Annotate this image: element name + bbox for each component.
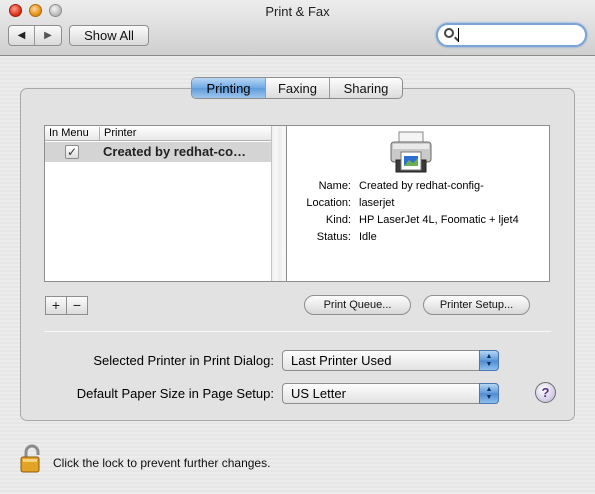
window-title: Print & Fax (265, 4, 330, 19)
tab-bar: Printing Faxing Sharing (191, 77, 403, 99)
show-all-button[interactable]: Show All (69, 25, 149, 46)
preferences-window: Print & Fax ◀ ▶ Show All Printing Faxing… (0, 0, 595, 494)
kind-value: HP LaserJet 4L, Foomatic + ljet4 (359, 214, 519, 226)
printer-icon (390, 131, 432, 173)
popup-arrows-icon: ▲ ▼ (479, 383, 499, 404)
column-header-printer[interactable]: Printer (104, 126, 136, 140)
back-arrow-icon: ◀ (17, 30, 26, 41)
tab-printing[interactable]: Printing (192, 78, 266, 98)
kind-key: Kind: (325, 214, 351, 226)
selected-printer-popup[interactable]: Last Printer Used ▲ ▼ (282, 350, 499, 371)
paper-size-popup[interactable]: US Letter ▲ ▼ (282, 383, 499, 404)
lock-icon[interactable] (19, 444, 45, 474)
printer-list[interactable]: In Menu Printer ✓ Created by redhat-co… (44, 125, 287, 282)
search-input[interactable] (458, 27, 578, 43)
remove-printer-button[interactable]: − (66, 296, 88, 315)
search-icon (444, 28, 454, 38)
in-menu-checkbox[interactable]: ✓ (65, 145, 79, 159)
printer-details-pane: Name: Created by redhat-config- Location… (286, 125, 550, 282)
back-button[interactable]: ◀ (9, 26, 35, 45)
tab-sharing[interactable]: Sharing (330, 78, 402, 98)
location-key: Location: (306, 197, 351, 209)
printer-list-scrollbar[interactable] (271, 126, 286, 281)
popup-arrows-icon: ▲ ▼ (479, 350, 499, 371)
forward-arrow-icon: ▶ (44, 30, 52, 41)
status-value: Idle (359, 231, 377, 243)
selected-printer-label: Selected Printer in Print Dialog: (93, 353, 274, 368)
selected-printer-value: Last Printer Used (291, 353, 392, 368)
column-header-in-menu[interactable]: In Menu (49, 126, 89, 140)
name-key: Name: (318, 180, 351, 192)
column-separator (99, 127, 100, 140)
tab-faxing[interactable]: Faxing (266, 78, 330, 98)
help-button[interactable]: ? (535, 382, 556, 403)
search-field[interactable] (436, 23, 587, 47)
printer-setup-button[interactable]: Printer Setup... (423, 295, 530, 315)
printer-name: Created by redhat-co… (103, 144, 247, 159)
paper-size-value: US Letter (291, 386, 346, 401)
status-key: Status: (316, 231, 351, 243)
lock-message: Click the lock to prevent further change… (53, 456, 271, 470)
forward-button[interactable]: ▶ (35, 26, 61, 45)
printer-row[interactable]: ✓ Created by redhat-co… (45, 142, 271, 162)
back-forward-control: ◀ ▶ (8, 25, 62, 46)
add-printer-button[interactable]: + (45, 296, 67, 315)
location-value: laserjet (359, 197, 395, 209)
printer-list-header: In Menu Printer (45, 126, 271, 141)
name-value: Created by redhat-config- (359, 180, 484, 192)
divider (44, 331, 551, 332)
paper-size-label: Default Paper Size in Page Setup: (76, 386, 274, 401)
title-bar: Print & Fax ◀ ▶ Show All (0, 0, 595, 56)
print-queue-button[interactable]: Print Queue... (304, 295, 411, 315)
